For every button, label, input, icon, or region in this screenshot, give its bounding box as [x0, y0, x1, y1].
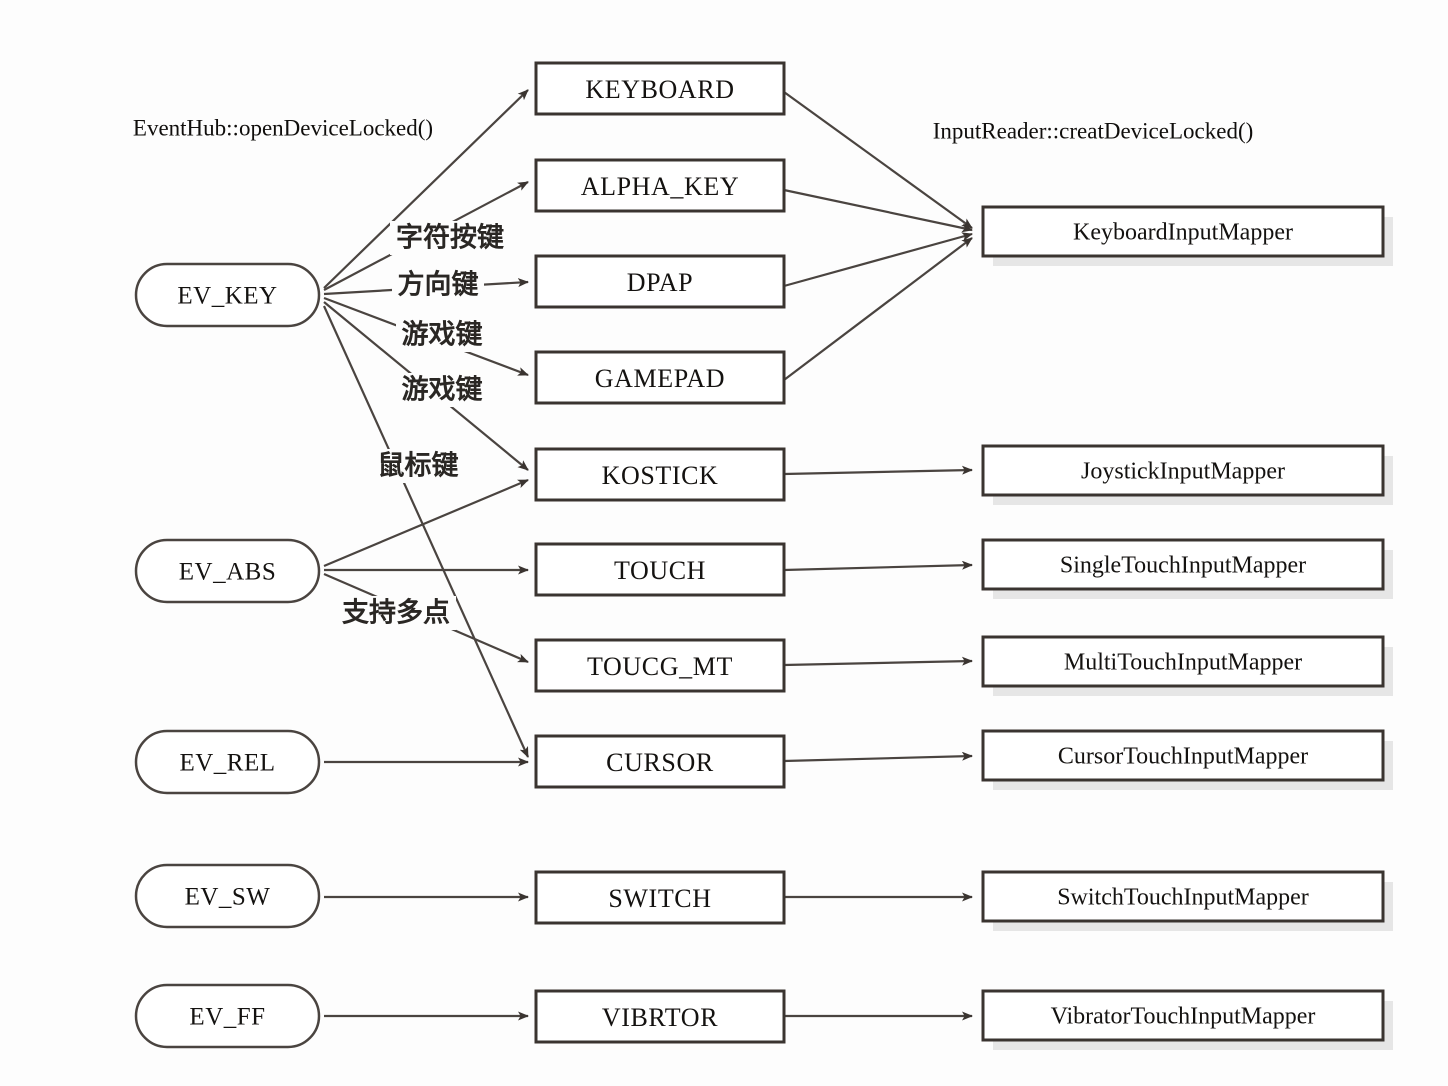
sources-layer: EV_KEY EV_ABS EV_REL EV_SW EV_FF	[134, 262, 321, 1049]
edge-keyboard-map	[783, 91, 973, 229]
class-node-gamepad[interactable]: GAMEPAD	[534, 350, 786, 405]
edge-toucgmt-map	[783, 656, 973, 667]
source-node-label: EV_SW	[185, 884, 271, 911]
mapper-node-label: MultiTouchInputMapper	[1064, 650, 1302, 676]
mapper-node-keyboardinputmapper[interactable]: KeyboardInputMapper	[981, 205, 1385, 258]
edge-label-mouse-key: 鼠标键	[378, 450, 459, 482]
source-node-label: EV_ABS	[179, 559, 276, 586]
edge-evabs-kostick	[323, 478, 529, 568]
class-node-label: SWITCH	[608, 884, 711, 913]
edge-label-multitouch: 支持多点	[342, 598, 450, 629]
class-node-label: ALPHA_KEY	[581, 172, 740, 201]
edge-label-game-key-1: 游戏键	[402, 319, 483, 351]
class-node-cursor[interactable]: CURSOR	[534, 734, 786, 789]
edge-cursor-map	[783, 751, 973, 763]
header-right: InputReader::creatDeviceLocked()	[933, 119, 1254, 144]
edge-kostick-map	[783, 465, 973, 476]
class-node-label: CURSOR	[606, 748, 714, 777]
mapper-node-label: SingleTouchInputMapper	[1060, 553, 1306, 579]
mapper-node-label: VibratorTouchInputMapper	[1051, 1004, 1316, 1030]
class-node-label: GAMEPAD	[595, 364, 725, 393]
class-node-label: VIBRTOR	[602, 1003, 718, 1032]
class-node-label: DPAP	[627, 268, 694, 297]
mapper-node-label: CursorTouchInputMapper	[1058, 744, 1308, 770]
class-node-label: TOUCH	[614, 556, 706, 585]
edge-alphakey-map	[783, 188, 973, 233]
diagram-canvas: EventHub::openDeviceLocked() InputReader:…	[133, 61, 1393, 1050]
diagram-root: EventHub::openDeviceLocked() InputReader:…	[0, 0, 1448, 1086]
header-left: EventHub::openDeviceLocked()	[133, 116, 433, 141]
mappers-layer: KeyboardInputMapper JoystickInputMapper Si…	[981, 205, 1385, 1042]
edge-touch-map	[783, 560, 973, 572]
class-node-switch[interactable]: SWITCH	[534, 870, 786, 925]
class-node-touch[interactable]: TOUCH	[534, 542, 786, 597]
class-node-label: KOSTICK	[602, 461, 719, 490]
mapper-node-singletouchinputmapper[interactable]: SingleTouchInputMapper	[981, 538, 1385, 591]
mapper-node-label: JoystickInputMapper	[1081, 459, 1285, 485]
class-node-dpap[interactable]: DPAP	[534, 254, 786, 309]
mapper-node-multitouchinputmapper[interactable]: MultiTouchInputMapper	[981, 635, 1385, 688]
class-node-kostick[interactable]: KOSTICK	[534, 447, 786, 502]
source-node-label: EV_KEY	[177, 283, 277, 310]
class-node-toucg-mt[interactable]: TOUCG_MT	[534, 638, 786, 693]
shadows-layer	[993, 217, 1393, 1050]
edge-label-char-key: 字符按键	[396, 222, 504, 254]
source-node-ev-key[interactable]: EV_KEY	[134, 262, 321, 328]
source-node-ev-ff[interactable]: EV_FF	[134, 983, 321, 1049]
class-node-label: KEYBOARD	[585, 75, 734, 104]
headers-layer: EventHub::openDeviceLocked() InputReader:…	[133, 116, 1253, 144]
source-node-label: EV_REL	[179, 750, 275, 777]
classes-layer: KEYBOARD ALPHA_KEY DPAP GAMEPAD KOSTICK TOUCH…	[534, 61, 786, 1044]
class-node-keyboard[interactable]: KEYBOARD	[534, 61, 786, 116]
mapper-node-label: SwitchTouchInputMapper	[1057, 885, 1309, 911]
class-node-vibrtor[interactable]: VIBRTOR	[534, 989, 786, 1044]
class-node-label: TOUCG_MT	[587, 652, 733, 681]
source-node-label: EV_FF	[189, 1004, 265, 1031]
mapper-node-vibratortouchinputmapper[interactable]: VibratorTouchInputMapper	[981, 989, 1385, 1042]
mapper-node-cursortouchinputmapper[interactable]: CursorTouchInputMapper	[981, 729, 1385, 782]
source-node-ev-sw[interactable]: EV_SW	[134, 863, 321, 929]
mapper-node-joystickinputmapper[interactable]: JoystickInputMapper	[981, 444, 1385, 497]
edge-label-dir-key: 方向键	[398, 269, 479, 301]
mapper-node-switchtouchinputmapper[interactable]: SwitchTouchInputMapper	[981, 870, 1385, 923]
edge-label-game-key-2: 游戏键	[402, 374, 483, 406]
mapper-node-label: KeyboardInputMapper	[1073, 220, 1293, 246]
source-node-ev-abs[interactable]: EV_ABS	[134, 538, 321, 604]
edge-labels-layer: 字符按键方向键游戏键游戏键鼠标键支持多点	[336, 221, 510, 630]
class-node-alpha-key[interactable]: ALPHA_KEY	[534, 158, 786, 213]
source-node-ev-rel[interactable]: EV_REL	[134, 729, 321, 795]
